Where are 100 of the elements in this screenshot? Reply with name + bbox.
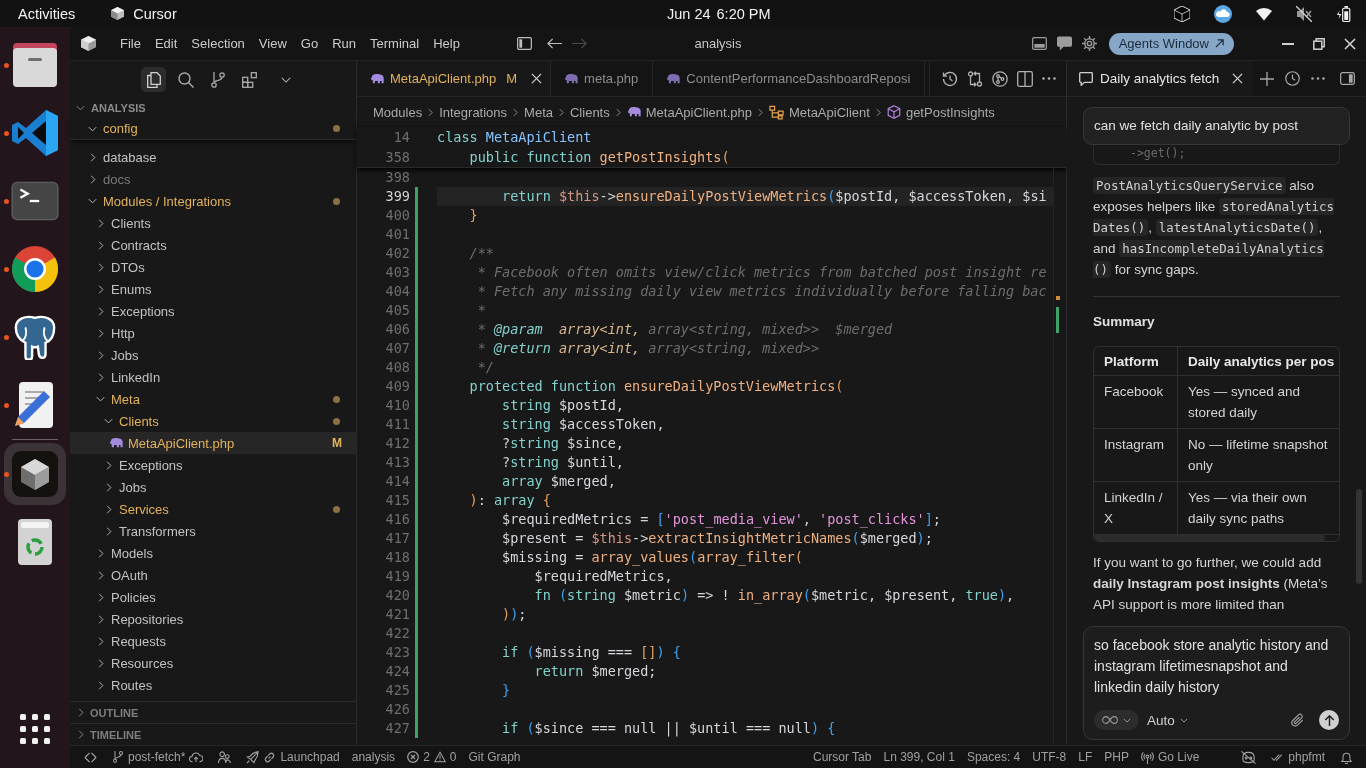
chat-tab[interactable]: Daily analytics fetch: [1067, 61, 1254, 96]
explorer-tab[interactable]: [141, 67, 166, 92]
tree-item[interactable]: Http: [70, 322, 356, 344]
status-item[interactable]: Git Graph: [468, 750, 521, 764]
tree-item[interactable]: database: [70, 146, 356, 168]
close-icon[interactable]: [531, 73, 543, 84]
editor-tab[interactable]: ContentPerformanceDashboardReposi: [653, 61, 926, 96]
tree-item[interactable]: Transformers: [70, 520, 356, 542]
menu-item[interactable]: View: [251, 36, 294, 51]
menu-item[interactable]: Terminal: [363, 36, 427, 51]
chat-input[interactable]: so facebook store analytic history and instagram lifetimesnapshot and linkedin daily history: [1094, 635, 1334, 698]
tree-item[interactable]: Clients: [70, 212, 356, 234]
weather-icon[interactable]: [1214, 4, 1232, 23]
tree-item[interactable]: Meta: [70, 388, 356, 410]
breadcrumb-item[interactable]: MetaApiClient.php: [626, 104, 752, 120]
cube-icon[interactable]: [1174, 5, 1190, 22]
status-item[interactable]: UTF-8: [1032, 750, 1067, 764]
editor-tab[interactable]: meta.php: [551, 61, 654, 96]
status-item[interactable]: analysis: [351, 750, 396, 764]
launchpad-status[interactable]: Launchpad: [246, 750, 340, 764]
history-icon[interactable]: [942, 70, 958, 87]
agents-window-button[interactable]: Agents Window: [1108, 32, 1234, 55]
menu-item[interactable]: Run: [325, 36, 363, 51]
tree-item[interactable]: Requests: [70, 630, 356, 652]
scrollbar-thumb[interactable]: [1356, 489, 1362, 584]
speaker-muted-icon[interactable]: [1296, 5, 1312, 22]
battery-icon[interactable]: [1336, 5, 1352, 22]
section-header[interactable]: OUTLINE: [70, 701, 356, 723]
formatter-status[interactable]: phpfmt: [1271, 750, 1325, 764]
tree-item[interactable]: DTOs: [70, 256, 356, 278]
compare-changes-icon[interactable]: [967, 70, 983, 87]
user-message[interactable]: can we fetch daily analytic by post: [1083, 107, 1350, 145]
cube-icon[interactable]: [81, 36, 96, 51]
people-icon[interactable]: [218, 750, 232, 764]
tree-item[interactable]: MetaApiClient.php M: [70, 432, 356, 454]
tree-item[interactable]: Services: [70, 498, 356, 520]
crossed-out-face-icon[interactable]: [1241, 749, 1257, 765]
split-panel-icon[interactable]: [1017, 70, 1033, 87]
breadcrumb-item[interactable]: Clients: [570, 104, 610, 120]
more-icon[interactable]: [1042, 77, 1056, 80]
tree-item[interactable]: Exceptions: [70, 300, 356, 322]
chevron-down-icon[interactable]: [281, 76, 291, 83]
chat-bubble-icon[interactable]: [1056, 36, 1072, 51]
tree-item[interactable]: Exceptions: [70, 454, 356, 476]
breadcrumb-item[interactable]: MetaApiClient: [768, 104, 870, 120]
clock-icon[interactable]: [1285, 71, 1300, 86]
status-item[interactable]: Spaces: 4: [966, 750, 1021, 764]
tree-item[interactable]: Jobs: [70, 344, 356, 366]
tree-item[interactable]: docs: [70, 168, 356, 190]
editor-tab[interactable]: MetaApiClient.php M: [357, 61, 552, 96]
status-item[interactable]: LF: [1078, 750, 1093, 764]
tree-item[interactable]: LinkedIn: [70, 366, 356, 388]
branch-status[interactable]: post-fetch*: [112, 750, 204, 764]
agent-mode-button[interactable]: [1094, 710, 1139, 730]
tree-item[interactable]: Routes: [70, 674, 356, 696]
tree-item[interactable]: Repositories: [70, 608, 356, 630]
settings-icon[interactable]: [1081, 36, 1097, 51]
tree-item[interactable]: Jobs: [70, 476, 356, 498]
tree-item[interactable]: Policies: [70, 586, 356, 608]
model-selector[interactable]: Auto: [1147, 712, 1188, 728]
status-item[interactable]: Ln 399, Col 1: [883, 750, 955, 764]
status-item[interactable]: PHP: [1104, 750, 1129, 764]
send-button[interactable]: [1319, 710, 1339, 730]
go-live-status[interactable]: Go Live: [1140, 750, 1200, 764]
app-launcher[interactable]: [4, 443, 66, 505]
tree-item[interactable]: Modules / Integrations: [70, 190, 356, 212]
menu-item[interactable]: Go: [293, 36, 326, 51]
bell-icon[interactable]: [1340, 750, 1353, 764]
graph-icon[interactable]: [992, 70, 1008, 87]
arrow-left-icon[interactable]: [546, 36, 562, 51]
app-menu[interactable]: Cursor: [111, 5, 177, 22]
breadcrumb-item[interactable]: Meta: [524, 104, 553, 120]
tree-item[interactable]: Enums: [70, 278, 356, 300]
panel-bottom-icon[interactable]: [1031, 36, 1047, 51]
close-icon[interactable]: [1344, 37, 1356, 50]
activities-button[interactable]: Activities: [18, 5, 76, 22]
more-icon[interactable]: [1311, 77, 1325, 80]
menu-item[interactable]: Selection: [184, 36, 252, 51]
restore-icon[interactable]: [1313, 37, 1325, 50]
paperclip-icon[interactable]: [1290, 712, 1305, 728]
panel-right-icon[interactable]: [1340, 71, 1355, 86]
breadcrumb-item[interactable]: getPostInsights: [886, 104, 995, 120]
tree-item[interactable]: Contracts: [70, 234, 356, 256]
close-icon[interactable]: [1232, 73, 1244, 84]
tree-item[interactable]: Clients: [70, 410, 356, 432]
scrollbar-thumb[interactable]: [1094, 535, 1325, 541]
status-item[interactable]: Cursor Tab: [813, 750, 872, 764]
tree-item[interactable]: config: [70, 118, 356, 140]
menu-item[interactable]: Edit: [147, 36, 185, 51]
workspace-header[interactable]: ANALYSIS: [70, 98, 356, 118]
breadcrumb-item[interactable]: Integrations: [439, 104, 508, 120]
plus-icon[interactable]: [1260, 71, 1274, 86]
menu-item[interactable]: File: [113, 36, 148, 51]
wifi-icon[interactable]: [1256, 5, 1272, 22]
app-grid-icon[interactable]: [20, 714, 50, 744]
angle-brackets-icon[interactable]: [84, 750, 97, 764]
tree-item[interactable]: OAuth: [70, 564, 356, 586]
tree-item[interactable]: Models: [70, 542, 356, 564]
tree-item[interactable]: Resources: [70, 652, 356, 674]
breadcrumb-item[interactable]: Modules: [373, 104, 423, 120]
